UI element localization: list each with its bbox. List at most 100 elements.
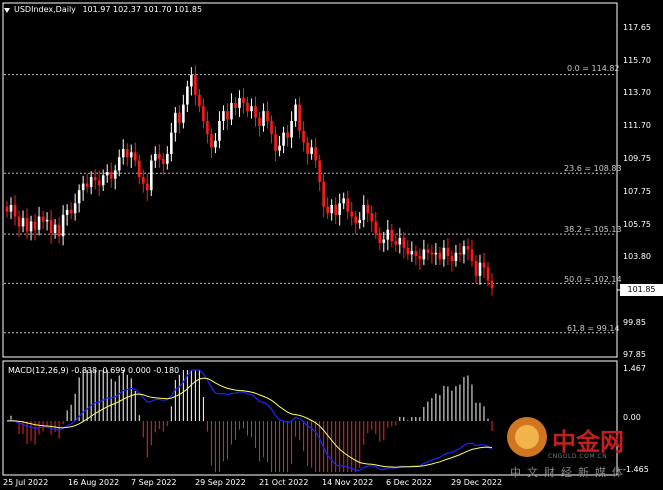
chart-ohlc: 101.97 102.37 101.70 101.85	[82, 5, 203, 14]
candle	[190, 67, 193, 96]
candle-body	[33, 221, 37, 230]
candle-body	[202, 106, 205, 122]
candle-body	[470, 249, 474, 261]
candle-body	[21, 218, 25, 227]
candle-body	[406, 247, 410, 255]
candle-body	[182, 104, 185, 123]
candle-body	[426, 249, 430, 253]
candle	[242, 88, 245, 114]
candle	[354, 210, 358, 234]
candle	[210, 128, 213, 159]
candle	[149, 154, 153, 196]
candle-body	[73, 203, 77, 214]
candle	[390, 223, 394, 247]
candle	[422, 239, 426, 266]
date-axis-label: 16 Aug 2022	[68, 478, 120, 487]
candle-body	[45, 219, 49, 222]
candle-body	[254, 106, 257, 118]
candle	[386, 219, 390, 251]
candle-body	[190, 74, 193, 87]
candle-body	[362, 204, 366, 220]
candle	[258, 111, 261, 137]
candle-body	[378, 232, 382, 243]
candle-body	[466, 246, 470, 250]
candle	[238, 90, 241, 117]
candle	[81, 175, 85, 201]
candle-body	[274, 134, 277, 151]
candle-body	[350, 211, 354, 217]
candle-body	[53, 224, 57, 233]
candle-body	[302, 130, 305, 143]
candle-body	[226, 111, 229, 120]
candle-body	[117, 157, 121, 171]
watermark-site: CNGOLD.COM.CN	[548, 453, 608, 460]
candle	[306, 136, 309, 165]
candle	[454, 245, 458, 267]
candle	[342, 192, 345, 210]
candle-body	[266, 111, 269, 122]
candle-body	[414, 251, 418, 257]
candle	[89, 171, 93, 195]
candle-body	[322, 181, 325, 207]
candle-body	[186, 86, 189, 105]
candle	[350, 201, 354, 226]
candle-body	[458, 252, 462, 255]
fibo-label: 23.6 = 108.83	[564, 164, 622, 173]
candle-body	[338, 203, 341, 215]
candle	[234, 97, 237, 116]
candle-body	[278, 145, 281, 151]
chart-window[interactable]: USDIndex,Daily 101.97 102.37 101.70 101.…	[0, 0, 663, 490]
candle-body	[434, 252, 438, 255]
candle-body	[77, 190, 81, 204]
candle-body	[318, 160, 321, 182]
candle-body	[206, 121, 209, 135]
candle	[418, 248, 422, 271]
candle-body	[358, 219, 362, 224]
candle-body	[129, 152, 133, 158]
candle-body	[29, 221, 33, 232]
candle	[266, 101, 269, 129]
candle-body	[162, 158, 165, 164]
chart-menu-icon[interactable]	[4, 8, 10, 13]
date-axis-label: 6 Dec 2022	[386, 478, 433, 487]
candle	[202, 98, 205, 129]
candle	[73, 193, 77, 221]
candle-body	[438, 252, 442, 260]
fibo-label: 38.2 = 105.13	[564, 225, 622, 234]
candle	[310, 139, 313, 160]
candle-body	[410, 251, 414, 255]
fibonacci-lines	[4, 74, 616, 334]
candle-body	[97, 180, 101, 186]
candle	[446, 238, 450, 266]
candle-body	[486, 267, 490, 281]
candle	[302, 121, 305, 152]
candle-body	[246, 102, 249, 112]
candle-body	[398, 237, 402, 245]
candle-body	[61, 214, 65, 237]
candle	[137, 154, 141, 185]
candle-body	[101, 175, 105, 186]
candle-body	[222, 111, 225, 122]
candle-body	[478, 262, 482, 276]
chart-canvas[interactable]	[0, 0, 663, 490]
date-axis-label: 7 Sep 2022	[131, 478, 177, 487]
price-axis-label: 109.75	[623, 154, 651, 163]
candle-body	[386, 229, 390, 240]
candle	[474, 255, 478, 284]
candle	[482, 252, 486, 279]
candle	[214, 133, 217, 154]
price-axis-label: 103.80	[623, 252, 651, 261]
candle-body	[174, 112, 177, 133]
candle	[145, 173, 149, 201]
candle	[105, 164, 109, 183]
candle	[117, 149, 121, 177]
candle	[166, 146, 169, 170]
candle	[278, 136, 281, 157]
candle	[33, 213, 37, 241]
candle	[402, 232, 406, 259]
candle	[113, 164, 117, 190]
price-axis-label: 107.75	[623, 187, 651, 196]
candle	[85, 173, 89, 193]
candle	[450, 250, 454, 272]
candle	[198, 88, 201, 112]
